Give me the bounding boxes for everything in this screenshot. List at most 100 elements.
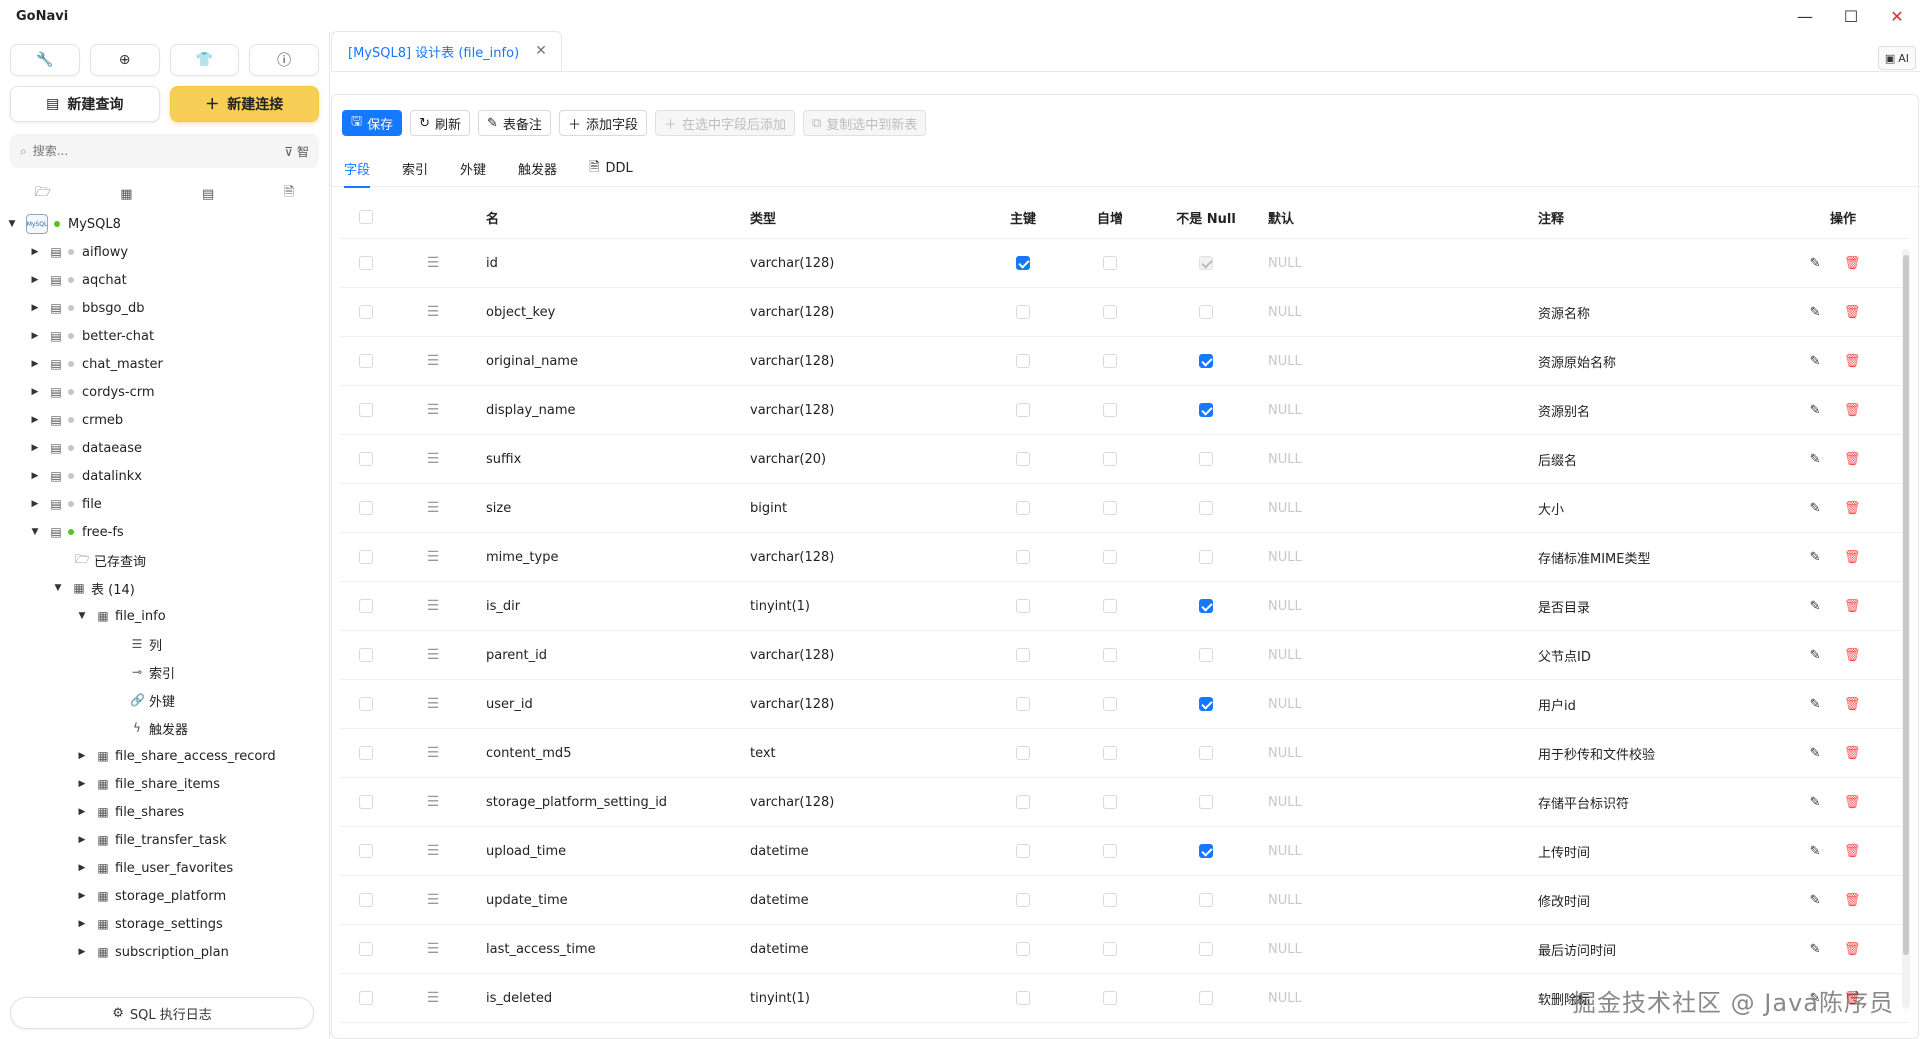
select-all-checkbox[interactable] <box>359 210 373 224</box>
drag-handle-icon[interactable]: ☰ <box>392 549 474 565</box>
primary-key-checkbox[interactable] <box>1016 844 1030 858</box>
delete-icon[interactable]: 🗑 <box>1844 795 1861 810</box>
caret-right-icon[interactable]: ▶ <box>29 303 41 313</box>
field-default[interactable]: NULL <box>1260 305 1526 320</box>
auto-increment-checkbox[interactable] <box>1103 844 1117 858</box>
tree-table[interactable]: ▶ ▦ subscription_plan <box>0 938 329 966</box>
tree-database[interactable]: ▶ ▤ datalinkx <box>0 462 329 490</box>
delete-icon[interactable]: 🗑 <box>1844 648 1861 663</box>
drag-handle-icon[interactable]: ☰ <box>392 255 474 271</box>
delete-icon[interactable]: 🗑 <box>1844 942 1861 957</box>
row-select-checkbox[interactable] <box>359 991 373 1005</box>
table-row[interactable]: ☰ parent_id varchar(128) NULL 父节点ID ✎ 🗑 <box>340 631 1910 680</box>
delete-icon[interactable]: 🗑 <box>1844 256 1861 271</box>
not-null-checkbox[interactable] <box>1199 893 1213 907</box>
field-name[interactable]: object_key <box>474 305 738 320</box>
delete-icon[interactable]: 🗑 <box>1844 354 1861 369</box>
field-name[interactable]: upload_time <box>474 844 738 859</box>
field-type[interactable]: tinyint(1) <box>738 991 978 1006</box>
field-type[interactable]: datetime <box>738 942 978 957</box>
tab-fields[interactable]: 字段 <box>344 151 371 188</box>
copy-to-new-table-button[interactable]: ⧉ 复制选中到新表 <box>803 110 927 136</box>
drag-handle-icon[interactable]: ☰ <box>392 304 474 320</box>
document-icon[interactable]: 🗎 <box>284 183 294 205</box>
field-default[interactable]: NULL <box>1260 648 1526 663</box>
field-name[interactable]: user_id <box>474 697 738 712</box>
auto-increment-checkbox[interactable] <box>1103 697 1117 711</box>
auto-increment-checkbox[interactable] <box>1103 795 1117 809</box>
primary-key-checkbox[interactable] <box>1016 893 1030 907</box>
edit-icon[interactable]: ✎ <box>1810 550 1821 565</box>
primary-key-checkbox[interactable] <box>1016 452 1030 466</box>
auto-increment-checkbox[interactable] <box>1103 256 1117 270</box>
caret-right-icon[interactable]: ▶ <box>29 247 41 257</box>
scrollbar-thumb[interactable] <box>1903 255 1909 955</box>
tree-triggers[interactable]: ϟ 触发器 <box>0 714 329 742</box>
caret-right-icon[interactable]: ▶ <box>76 807 88 817</box>
tree-database[interactable]: ▶ ▤ better-chat <box>0 322 329 350</box>
delete-icon[interactable]: 🗑 <box>1844 403 1861 418</box>
table-row[interactable]: ☰ content_md5 text NULL 用于秒传和文件校验 ✎ 🗑 <box>340 729 1910 778</box>
edit-icon[interactable]: ✎ <box>1810 256 1821 271</box>
search-input[interactable] <box>32 144 285 158</box>
save-button[interactable]: 🖫 保存 <box>342 110 403 136</box>
field-name[interactable]: size <box>474 501 738 516</box>
field-type[interactable]: varchar(128) <box>738 354 978 369</box>
primary-key-checkbox[interactable] <box>1016 942 1030 956</box>
table-row[interactable]: ☰ suffix varchar(20) NULL 后缀名 ✎ 🗑 <box>340 435 1910 484</box>
not-null-checkbox[interactable] <box>1199 942 1213 956</box>
table-row[interactable]: ☰ mime_type varchar(128) NULL 存储标准MIME类型 ✎ 🗑 <box>340 533 1910 582</box>
field-type[interactable]: varchar(128) <box>738 305 978 320</box>
tree-columns[interactable]: ☰ 列 <box>0 630 329 658</box>
folder-icon[interactable]: 🗁 <box>35 183 51 205</box>
table-row[interactable]: ☰ user_id varchar(128) NULL 用户id ✎ 🗑 <box>340 680 1910 729</box>
field-comment[interactable]: 修改时间 <box>1526 891 1798 910</box>
field-comment[interactable]: 后缀名 <box>1526 450 1798 469</box>
field-type[interactable]: varchar(128) <box>738 648 978 663</box>
table-row[interactable]: ☰ storage_platform_setting_id varchar(128)… <box>340 778 1910 827</box>
header-not-null[interactable]: 不是 Null <box>1152 208 1260 227</box>
close-icon[interactable]: ✕ <box>1874 0 1920 32</box>
table-row[interactable]: ☰ size bigint NULL 大小 ✎ 🗑 <box>340 484 1910 533</box>
tree-database[interactable]: ▶ ▤ bbsgo_db <box>0 294 329 322</box>
table-grid-icon[interactable]: ▦ <box>120 187 132 202</box>
table-row[interactable]: ☰ upload_time datetime NULL 上传时间 ✎ 🗑 <box>340 827 1910 876</box>
field-comment[interactable]: 资源原始名称 <box>1526 352 1798 371</box>
not-null-checkbox[interactable] <box>1199 697 1213 711</box>
primary-key-checkbox[interactable] <box>1016 256 1030 270</box>
field-default[interactable]: NULL <box>1260 501 1526 516</box>
caret-right-icon[interactable]: ▶ <box>29 331 41 341</box>
field-name[interactable]: storage_platform_setting_id <box>474 795 738 810</box>
tree-foreign-keys[interactable]: 🔗 外键 <box>0 686 329 714</box>
field-name[interactable]: parent_id <box>474 648 738 663</box>
row-select-checkbox[interactable] <box>359 256 373 270</box>
caret-right-icon[interactable]: ▶ <box>29 359 41 369</box>
edit-icon[interactable]: ✎ <box>1810 746 1821 761</box>
auto-increment-checkbox[interactable] <box>1103 893 1117 907</box>
field-default[interactable]: NULL <box>1260 256 1526 271</box>
field-type[interactable]: varchar(128) <box>738 256 978 271</box>
row-select-checkbox[interactable] <box>359 697 373 711</box>
field-comment[interactable]: 存储平台标识符 <box>1526 793 1798 812</box>
delete-icon[interactable]: 🗑 <box>1844 452 1861 467</box>
maximize-icon[interactable]: ☐ <box>1828 0 1874 32</box>
edit-icon[interactable]: ✎ <box>1810 354 1821 369</box>
primary-key-checkbox[interactable] <box>1016 354 1030 368</box>
tab-triggers[interactable]: 触发器 <box>518 151 557 187</box>
drag-handle-icon[interactable]: ☰ <box>392 843 474 859</box>
tree-table[interactable]: ▶ ▦ file_share_items <box>0 770 329 798</box>
delete-icon[interactable]: 🗑 <box>1844 550 1861 565</box>
caret-right-icon[interactable]: ▶ <box>29 471 41 481</box>
field-default[interactable]: NULL <box>1260 452 1526 467</box>
auto-increment-checkbox[interactable] <box>1103 746 1117 760</box>
field-default[interactable]: NULL <box>1260 550 1526 565</box>
field-default[interactable]: NULL <box>1260 844 1526 859</box>
row-select-checkbox[interactable] <box>359 746 373 760</box>
tab-ddl[interactable]: 🗎 DDL <box>589 151 633 187</box>
row-select-checkbox[interactable] <box>359 795 373 809</box>
caret-down-icon[interactable]: ▼ <box>52 583 64 593</box>
field-default[interactable]: NULL <box>1260 403 1526 418</box>
caret-right-icon[interactable]: ▶ <box>29 415 41 425</box>
tree-database[interactable]: ▶ ▤ crmeb <box>0 406 329 434</box>
not-null-checkbox[interactable] <box>1199 354 1213 368</box>
